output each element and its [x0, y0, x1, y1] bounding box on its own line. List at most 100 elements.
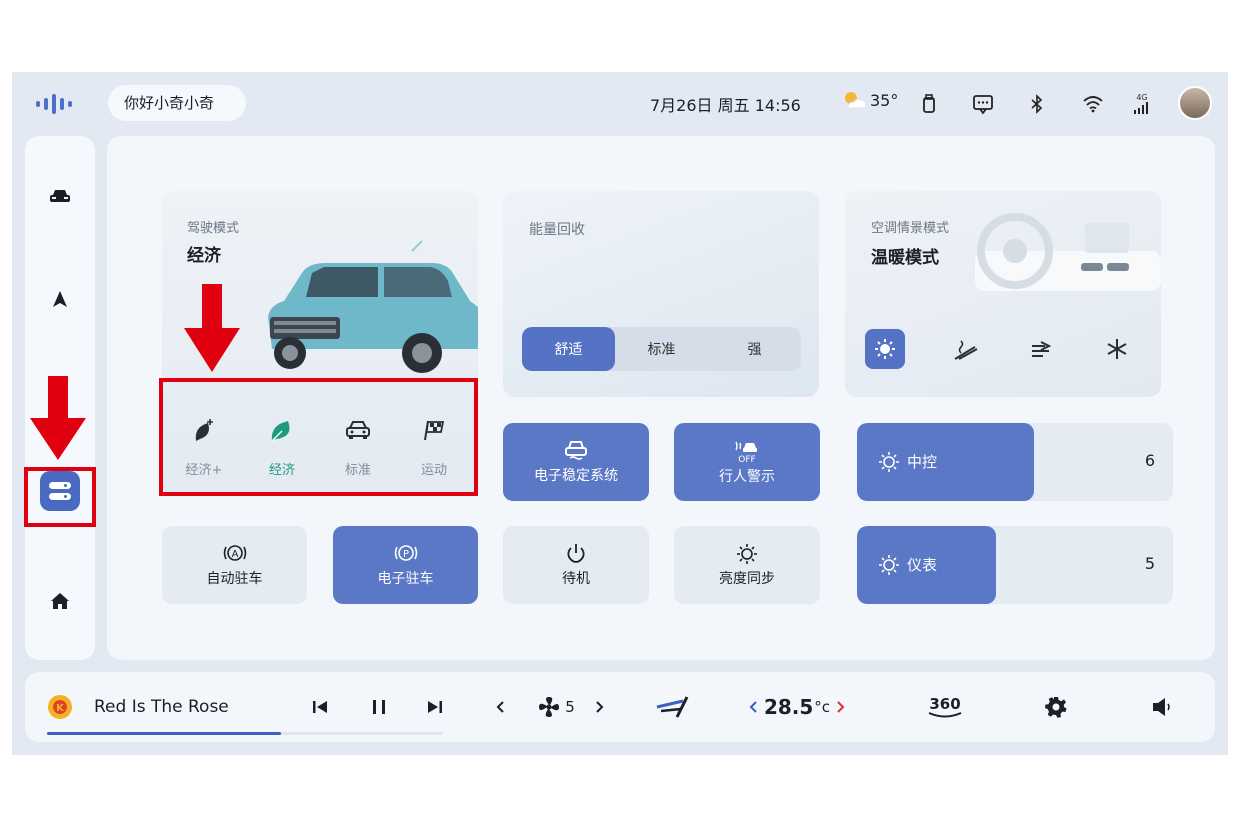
media-progress-fill	[47, 732, 281, 735]
user-avatar[interactable]	[1178, 86, 1212, 120]
down-arrow-icon	[30, 376, 86, 460]
music-app-icon[interactable]: K	[45, 693, 75, 721]
cluster-brightness-value: 5	[1144, 554, 1155, 573]
brightness-sync-label: 亮度同步	[719, 571, 775, 587]
brightness-sync-icon	[737, 544, 757, 564]
previous-track-button[interactable]	[308, 693, 332, 721]
ac-scene-card: 空调情景模式 温暖模式	[845, 191, 1161, 397]
view-360-button[interactable]: 360	[925, 693, 965, 721]
next-track-button[interactable]	[423, 693, 447, 721]
drive-mode-label: 驾驶模式	[187, 221, 240, 236]
epb-button[interactable]: P 电子驻车	[333, 526, 478, 604]
esc-label: 电子稳定系统	[534, 468, 618, 484]
svg-text:K: K	[56, 703, 65, 714]
power-icon	[567, 544, 585, 563]
cluster-brightness-label: 仪表	[907, 556, 938, 574]
sidebar-item-navigation[interactable]	[25, 279, 95, 319]
phone-icon[interactable]	[918, 89, 940, 119]
temperature-unit: °c	[814, 698, 831, 716]
chevron-left-icon	[496, 701, 504, 713]
down-arrow-icon	[184, 284, 240, 372]
voice-greeting[interactable]: 你好小奇小奇	[108, 85, 246, 121]
pedestrian-warning-icon	[735, 441, 757, 452]
voice-assistant-icon[interactable]	[36, 94, 84, 114]
auto-hold-icon: A	[223, 545, 246, 561]
center-brightness-slider[interactable]: 中控 6	[857, 423, 1173, 501]
ac-scene-label: 空调情景模式	[871, 221, 950, 236]
media-progress-track[interactable]	[47, 732, 443, 735]
fan-increase-button[interactable]	[590, 693, 610, 721]
energy-option-standard[interactable]: 标准	[615, 327, 708, 371]
song-title: Red Is The Rose	[94, 697, 229, 717]
energy-option-comfort[interactable]: 舒适	[522, 327, 615, 371]
status-bar: 你好小奇小奇 7月26日 周五 14:56 35° 4G	[12, 72, 1228, 136]
dashboard-image	[975, 213, 1161, 291]
ac-seat-heat-button[interactable]	[945, 329, 985, 369]
temperature-control: 28.5 °c	[740, 693, 854, 721]
energy-recovery-label: 能量回收	[529, 222, 585, 238]
cluster-brightness-slider[interactable]: 仪表 5	[857, 526, 1173, 604]
pedestrian-warning-button[interactable]: OFF 行人警示	[674, 423, 820, 501]
temp-decrease-icon[interactable]	[748, 700, 758, 714]
standby-label: 待机	[562, 571, 590, 587]
pause-button[interactable]	[367, 693, 391, 721]
drive-mode-value: 经济	[187, 246, 221, 266]
pedestrian-off-badge: OFF	[738, 455, 756, 465]
weather[interactable]: 35°	[842, 90, 898, 110]
temperature: 35°	[870, 90, 899, 110]
bluetooth-icon[interactable]	[1026, 89, 1048, 119]
message-icon[interactable]	[970, 89, 996, 119]
ac-warm-button[interactable]	[865, 329, 905, 369]
highlight-box-sidebar	[24, 467, 96, 527]
chevron-right-icon	[596, 701, 604, 713]
sidebar-item-car[interactable]	[25, 176, 95, 216]
pause-icon	[373, 700, 385, 714]
gear-icon	[1045, 697, 1067, 718]
wifi-icon[interactable]	[1080, 89, 1106, 119]
airflow-icon	[1032, 341, 1052, 357]
auto-hold-button[interactable]: A 自动驻车	[162, 526, 307, 604]
fan-decrease-button[interactable]	[490, 693, 510, 721]
view-360-arc-icon	[928, 712, 962, 718]
standby-button[interactable]: 待机	[503, 526, 649, 604]
network-type: 4G	[1136, 93, 1148, 102]
brightness-sync-button[interactable]: 亮度同步	[674, 526, 820, 604]
temperature-value: 28.5	[763, 695, 814, 719]
sidebar-item-home[interactable]	[25, 581, 95, 621]
fan-speed: 5	[533, 693, 579, 721]
svg-text:A: A	[231, 549, 238, 560]
ac-defog-button[interactable]	[1021, 329, 1061, 369]
home-icon	[51, 593, 69, 609]
partly-sunny-icon	[845, 92, 867, 109]
parking-brake-icon: P	[394, 545, 417, 561]
svg-text:P: P	[402, 549, 408, 560]
esc-icon	[565, 441, 587, 460]
energy-option-strong[interactable]: 强	[708, 327, 801, 371]
fan-icon	[539, 697, 560, 717]
brightness-icon	[879, 451, 899, 472]
center-brightness-label: 中控	[907, 453, 938, 471]
seat-heat-icon	[954, 340, 978, 360]
navigation-icon	[53, 291, 67, 307]
highlight-box-drive-modes	[159, 378, 478, 496]
cellular-signal-icon: 4G	[1130, 89, 1154, 119]
speaker-icon	[1153, 698, 1170, 716]
sun-icon	[875, 339, 895, 359]
date-time: 7月26日 周五 14:56	[650, 96, 801, 115]
bottom-bar: K Red Is The Rose 5 28.5 °c 360	[25, 672, 1215, 742]
settings-button[interactable]	[1042, 693, 1070, 721]
vehicle-image	[268, 240, 478, 373]
volume-button[interactable]	[1149, 693, 1177, 721]
view-360-label: 360	[929, 695, 961, 713]
temp-increase-icon[interactable]	[836, 700, 846, 714]
esc-button[interactable]: 电子稳定系统	[503, 423, 649, 501]
ac-cool-button[interactable]	[1097, 329, 1137, 369]
center-brightness-value: 6	[1144, 451, 1155, 470]
energy-recovery-selector: 舒适 标准 强	[522, 327, 801, 371]
epb-label: 电子驻车	[377, 571, 434, 587]
air-direction-icon	[656, 696, 689, 718]
car-icon	[50, 190, 70, 202]
airflow-direction-button[interactable]	[653, 693, 691, 721]
skip-back-icon	[313, 701, 327, 713]
brightness-icon	[879, 554, 899, 575]
